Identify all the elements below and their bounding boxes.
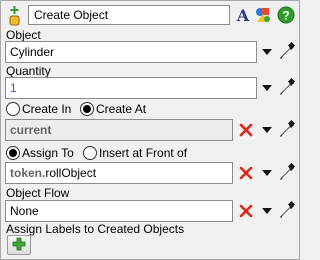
insert-front-radio[interactable]: [83, 146, 97, 160]
object-field[interactable]: Cylinder: [5, 41, 257, 63]
dropdown-arrow-icon[interactable]: [262, 125, 272, 135]
dropdown-arrow-icon[interactable]: [262, 168, 272, 178]
create-in-radio[interactable]: [6, 102, 20, 116]
graphics-icon[interactable]: [254, 6, 272, 24]
dropdown-arrow-icon[interactable]: [262, 206, 272, 216]
object-flow-field[interactable]: None: [5, 200, 233, 222]
add-label-button[interactable]: [7, 235, 31, 255]
eyedropper-icon[interactable]: [278, 77, 296, 98]
eyedropper-icon[interactable]: [278, 200, 296, 221]
clear-x-icon[interactable]: [238, 165, 254, 181]
dropdown-arrow-icon[interactable]: [262, 83, 272, 93]
clear-x-icon[interactable]: [238, 122, 254, 138]
activity-title-field[interactable]: Create Object: [28, 5, 230, 25]
assign-to-radio[interactable]: [6, 146, 20, 160]
add-plus-icon: [12, 237, 26, 254]
svg-text:?: ?: [282, 9, 289, 23]
activity-icon: [6, 4, 24, 26]
create-at-radio[interactable]: [80, 102, 94, 116]
quantity-field[interactable]: 1: [5, 77, 257, 99]
create-location-value: current: [10, 123, 52, 137]
eyedropper-icon[interactable]: [278, 41, 296, 62]
create-location-field[interactable]: current: [5, 119, 233, 141]
object-flow-label: Object Flow: [6, 186, 70, 200]
quantity-label: Quantity: [6, 64, 51, 78]
assign-target-field[interactable]: token.rollObject: [5, 162, 233, 184]
assign-labels-label: Assign Labels to Created Objects: [6, 222, 185, 236]
assign-target-value: rollObject: [45, 166, 97, 180]
create-in-label: Create In: [22, 102, 72, 116]
assign-to-label: Assign To: [22, 146, 74, 160]
dropdown-arrow-icon[interactable]: [262, 47, 272, 57]
create-object-panel: Create Object A ? Object Cylinder Quanti…: [0, 0, 300, 260]
create-at-label: Create At: [96, 102, 147, 116]
help-icon[interactable]: ?: [277, 6, 295, 24]
clear-x-icon[interactable]: [238, 203, 254, 219]
eyedropper-icon[interactable]: [278, 119, 296, 140]
object-label: Object: [6, 28, 41, 42]
font-icon[interactable]: A: [234, 6, 252, 25]
insert-front-label: Insert at Front of: [99, 146, 188, 160]
assign-target-prefix: token.: [10, 166, 46, 180]
eyedropper-icon[interactable]: [278, 162, 296, 183]
